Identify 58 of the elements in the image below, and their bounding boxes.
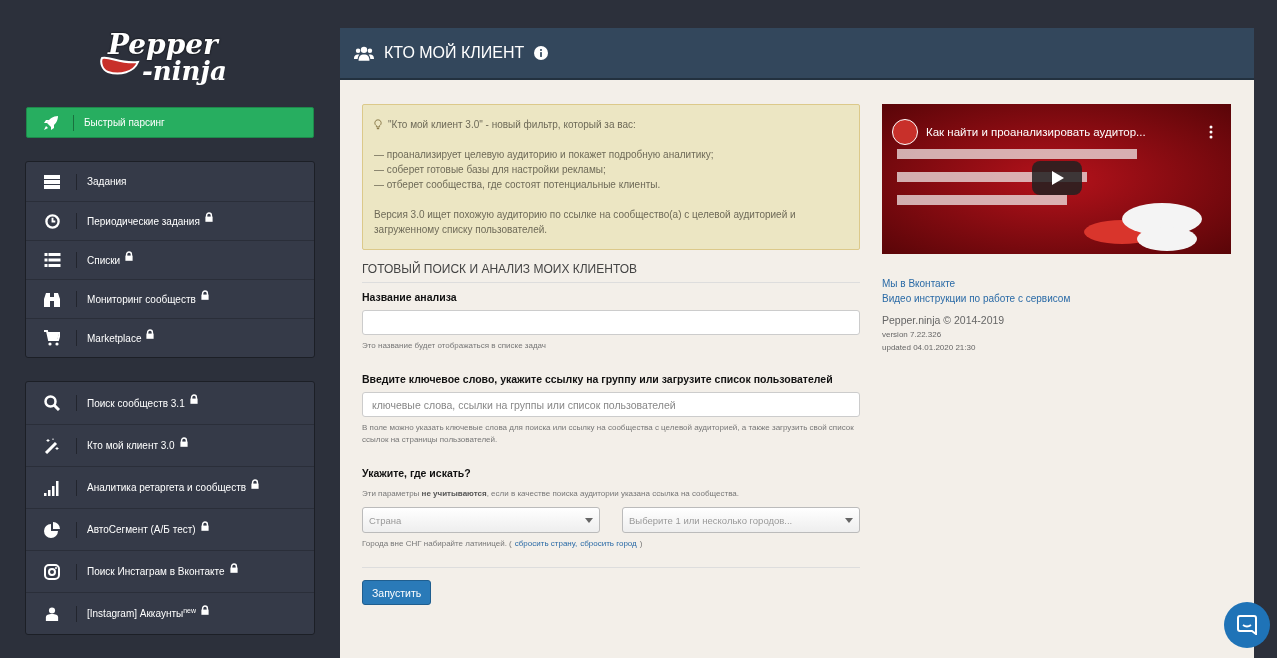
pie-chart-icon (44, 521, 60, 538)
play-button[interactable] (1032, 161, 1082, 195)
user-icon (45, 605, 59, 622)
search-icon (44, 395, 60, 411)
menu-item[interactable]: АвтоСегмент (А/Б тест) (26, 508, 314, 550)
lightbulb-icon (374, 119, 382, 130)
menu-item[interactable]: [Instagram] Аккаунты$^{new}$ (26, 592, 314, 634)
cart-icon (44, 330, 60, 346)
signal-icon (44, 479, 60, 496)
rocket-icon (43, 114, 59, 131)
users-icon (354, 45, 374, 61)
menu-item[interactable]: Поиск Инстаграм в Вконтакте (26, 550, 314, 592)
binoculars-icon (44, 291, 60, 307)
instagram-icon (44, 563, 60, 580)
analysis-name-field[interactable] (362, 310, 860, 335)
help-text: Это название будет отображаться в списке задач (362, 340, 548, 352)
menu-item[interactable]: Списки (26, 240, 314, 279)
caret-icon (585, 517, 593, 523)
notice-intro: "Кто мой клиент 3.0" - новый фильтр, который за вас: (388, 118, 636, 132)
page-title: КТО МОЙ КЛИЕНТ (384, 44, 525, 62)
menu-item[interactable]: Задания (26, 162, 314, 201)
notice-text: Версия 3.0 ищет похожую аудиторию по ссылке на сообщество(а) с целевой аудиторией и загруженному списку пользователей. (374, 208, 797, 237)
tasks-icon (43, 174, 61, 189)
section-title: ГОТОВЫЙ ПОИСК И АНАЛИЗ МОИХ КЛИЕНТОВ (362, 262, 860, 283)
field-label: Укажите, где искать? (362, 467, 472, 479)
version-text: version 7.22.326 (882, 330, 943, 339)
reset-country-link[interactable]: сбросить страну, (514, 538, 578, 550)
menu-item[interactable]: Аналитика ретаргета и сообществ (26, 466, 314, 508)
menu-item[interactable]: Кто мой клиент 3.0 (26, 424, 314, 466)
updated-text: updated 04.01.2020 21:30 (882, 343, 977, 352)
help-text: В поле можно указать ключевые слова для поиска или ссылку на сообщества с целевой аудиторией, а также загрузить свой список ссылок на страницы пользователей. (362, 422, 855, 446)
notice-bullet: — отберет сообщества, где состоят потенциальные клиенты. (374, 178, 662, 192)
menu-item[interactable]: Поиск сообществ 3.1 (26, 382, 314, 424)
footer-link[interactable]: Мы в Вконтакте (882, 276, 956, 291)
run-button[interactable]: Запустить (362, 580, 432, 605)
reset-city-link[interactable]: сбросить город (580, 538, 637, 550)
video-title[interactable]: Как найти и проанализировать аудитор... (926, 126, 1201, 138)
help-text: ) (639, 538, 643, 550)
field-label: Название анализа (362, 291, 458, 303)
menu-item[interactable]: Marketplace (26, 318, 314, 357)
list-icon (43, 253, 61, 267)
menu-item[interactable]: Периодические задания (26, 201, 314, 240)
keyword-field[interactable]: ключевые слова, ссылки на группы или список пользователей (362, 392, 860, 417)
chat-button[interactable] (1224, 602, 1270, 648)
notice-bullet: — соберет готовые базы для настройки рекламы; (374, 163, 607, 177)
caret-icon (845, 517, 853, 523)
field-label: Введите ключевое слово, укажите ссылку на группу или загрузите список пользователей (362, 373, 834, 385)
help-text: Эти параметры не учитываются, если в качестве поиска аудитории указана ссылка на сообщества. (362, 488, 740, 500)
info-icon[interactable] (534, 46, 549, 60)
footer-link[interactable]: Видео инструкции по работе с сервисом (882, 291, 1071, 306)
more-icon[interactable] (1209, 125, 1213, 139)
clock-icon (44, 213, 60, 229)
chat-icon (1237, 615, 1257, 635)
notice-bullet: — проанализирует целевую аудиторию и покажет подробную аналитику; (374, 148, 715, 162)
menu-item[interactable]: Мониторинг сообществ (26, 279, 314, 318)
copyright-text: Pepper.ninja © 2014-2019 (882, 314, 1006, 326)
help-text: Города вне СНГ набирайте латиницей. ( (362, 538, 512, 550)
wand-icon (44, 437, 60, 454)
